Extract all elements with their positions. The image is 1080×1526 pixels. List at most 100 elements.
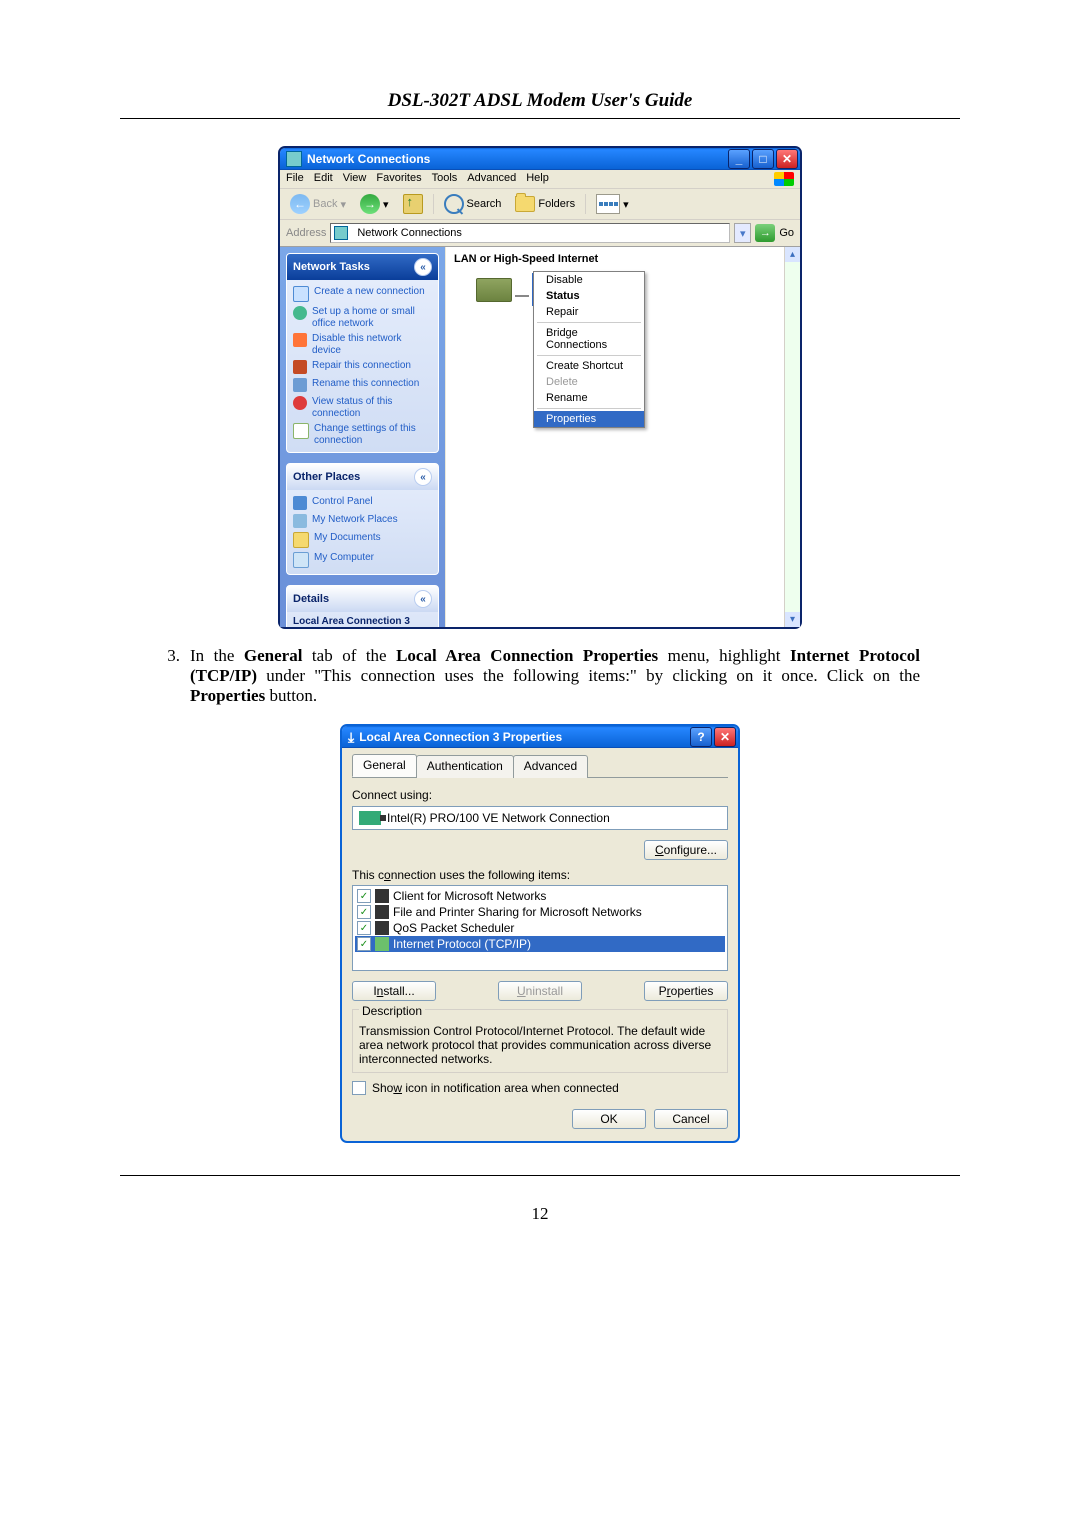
ctx-rename[interactable]: Rename: [534, 390, 644, 406]
tab-authentication[interactable]: Authentication: [416, 755, 514, 778]
task-change-settings[interactable]: Change settings of this connection: [293, 421, 432, 448]
address-value: Network Connections: [357, 227, 462, 239]
window-titlebar: Network Connections _ □ ✕: [280, 148, 800, 170]
properties-button[interactable]: Properties: [644, 981, 728, 1001]
task-repair[interactable]: Repair this connection: [293, 358, 432, 376]
checkbox[interactable]: ✓: [357, 905, 371, 919]
ok-button[interactable]: OK: [572, 1109, 646, 1129]
details-panel: Details « Local Area Connection 3 LAN or…: [286, 585, 439, 627]
address-icon: [334, 226, 348, 240]
cancel-button[interactable]: Cancel: [654, 1109, 728, 1129]
checkbox[interactable]: ✓: [357, 937, 371, 951]
menu-advanced[interactable]: Advanced: [467, 172, 516, 186]
scrollbar[interactable]: ▴ ▾: [784, 247, 800, 627]
network-connections-window: Network Connections _ □ ✕ File Edit View…: [279, 147, 801, 628]
maximize-button[interactable]: □: [752, 149, 774, 169]
scroll-down-button[interactable]: ▾: [785, 612, 800, 627]
menu-help[interactable]: Help: [526, 172, 549, 186]
category-header: LAN or High-Speed Internet: [446, 247, 800, 267]
task-view-status[interactable]: View status of this connection: [293, 394, 432, 421]
close-button[interactable]: ✕: [714, 727, 736, 747]
page-number: 12: [120, 1204, 960, 1224]
disable-icon: [293, 333, 307, 347]
document-title: DSL-302T ADSL Modem User's Guide: [120, 90, 960, 112]
item-file-print-sharing[interactable]: ✓ File and Printer Sharing for Microsoft…: [355, 904, 725, 920]
window-body: Network Tasks « Create a new connection …: [280, 247, 800, 627]
back-icon: ←: [290, 194, 310, 214]
link-my-documents[interactable]: My Documents: [293, 530, 432, 550]
description-group: Description Transmission Control Protoco…: [352, 1009, 728, 1073]
collapse-button[interactable]: «: [414, 258, 432, 276]
item-tcpip[interactable]: ✓ Internet Protocol (TCP/IP): [355, 936, 725, 952]
configure-button[interactable]: Configure...: [644, 840, 728, 860]
checkbox[interactable]: ✓: [357, 889, 371, 903]
views-icon: [596, 194, 620, 214]
install-button[interactable]: Install...: [352, 981, 436, 1001]
show-icon-row[interactable]: Show icon in notification area when conn…: [352, 1081, 728, 1095]
tab-advanced[interactable]: Advanced: [513, 755, 588, 778]
menu-tools[interactable]: Tools: [432, 172, 458, 186]
close-button[interactable]: ✕: [776, 149, 798, 169]
cable-icon: [515, 295, 529, 297]
views-button[interactable]: ▾: [592, 192, 633, 216]
down-arrow-icon: ⤓: [348, 729, 354, 746]
ctx-repair[interactable]: Repair: [534, 304, 644, 320]
search-button[interactable]: Search: [440, 192, 506, 216]
adapter-icon: [359, 811, 381, 825]
address-input[interactable]: Network Connections: [330, 223, 730, 243]
tab-general[interactable]: General: [352, 754, 417, 777]
uses-following-label: This connection uses the following items…: [352, 868, 728, 882]
ctx-properties[interactable]: Properties: [534, 411, 644, 427]
network-places-icon: [293, 514, 307, 528]
show-icon-label: Show icon in notification area when conn…: [372, 1081, 619, 1095]
task-rename[interactable]: Rename this connection: [293, 376, 432, 394]
other-places-header: Other Places: [293, 471, 360, 483]
ctx-shortcut[interactable]: Create Shortcut: [534, 358, 644, 374]
forward-icon: →: [360, 194, 380, 214]
task-setup-network[interactable]: Set up a home or small office network: [293, 304, 432, 331]
link-control-panel[interactable]: Control Panel: [293, 494, 432, 512]
item-qos-scheduler[interactable]: ✓ QoS Packet Scheduler: [355, 920, 725, 936]
link-network-places[interactable]: My Network Places: [293, 512, 432, 530]
wizard-icon: [293, 286, 309, 302]
address-dropdown-button[interactable]: ▾: [734, 223, 751, 243]
menu-favorites[interactable]: Favorites: [376, 172, 421, 186]
menu-bar: File Edit View Favorites Tools Advanced …: [280, 170, 800, 189]
collapse-button[interactable]: «: [414, 590, 432, 608]
network-tasks-panel: Network Tasks « Create a new connection …: [286, 253, 439, 453]
minimize-button[interactable]: _: [728, 149, 750, 169]
instruction-text: In the General tab of the Local Area Con…: [190, 646, 920, 706]
up-button[interactable]: [399, 192, 427, 216]
back-button[interactable]: ← Back ▾: [286, 192, 350, 216]
show-icon-checkbox[interactable]: [352, 1081, 366, 1095]
control-panel-icon: [293, 496, 307, 510]
menu-view[interactable]: View: [343, 172, 367, 186]
task-disable-device[interactable]: Disable this network device: [293, 331, 432, 358]
forward-button[interactable]: → ▾: [356, 192, 393, 216]
documents-icon: [293, 532, 309, 548]
scroll-up-button[interactable]: ▴: [785, 247, 800, 262]
ctx-disable[interactable]: Disable: [534, 272, 644, 288]
folders-button[interactable]: Folders: [511, 194, 579, 214]
adapter-field: Intel(R) PRO/100 VE Network Connection: [352, 806, 728, 830]
go-button[interactable]: →: [755, 224, 775, 242]
description-header: Description: [359, 1004, 425, 1018]
right-pane: LAN or High-Speed Internet Local Enabl I…: [445, 247, 800, 627]
checkbox[interactable]: ✓: [357, 921, 371, 935]
left-pane: Network Tasks « Create a new connection …: [280, 247, 445, 627]
menu-file[interactable]: File: [286, 172, 304, 186]
menu-edit[interactable]: Edit: [314, 172, 333, 186]
ctx-bridge[interactable]: Bridge Connections: [534, 325, 644, 353]
uninstall-button: Uninstall: [498, 981, 582, 1001]
ctx-status[interactable]: Status: [534, 288, 644, 304]
link-my-computer[interactable]: My Computer: [293, 550, 432, 570]
address-bar: Address Network Connections ▾ → Go: [280, 220, 800, 247]
connection-item[interactable]: Local Enabl Intel( Disable Status Repair…: [476, 273, 636, 306]
connect-using-label: Connect using:: [352, 788, 728, 802]
protocol-list[interactable]: ✓ Client for Microsoft Networks ✓ File a…: [352, 885, 728, 971]
help-button[interactable]: ?: [690, 727, 712, 747]
collapse-button[interactable]: «: [414, 468, 432, 486]
task-create-connection[interactable]: Create a new connection: [293, 284, 432, 304]
nic-icon: [476, 278, 512, 302]
item-client-networks[interactable]: ✓ Client for Microsoft Networks: [355, 888, 725, 904]
